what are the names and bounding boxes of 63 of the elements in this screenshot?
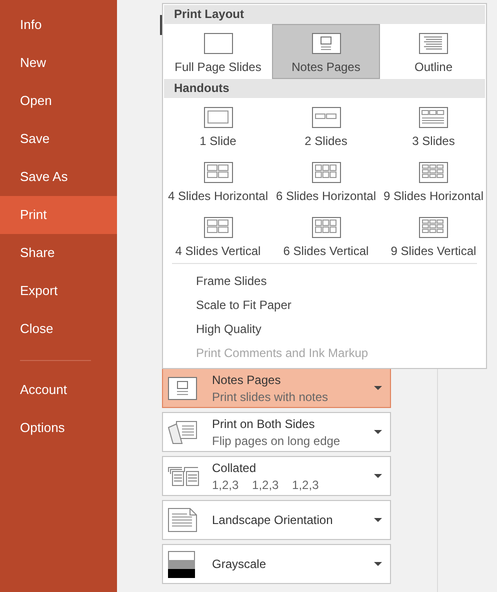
landscape-page-icon (168, 508, 197, 532)
layout-option[interactable]: 9 Slides Horizontal (380, 153, 487, 208)
sidebar-item[interactable]: Options (0, 409, 117, 447)
caret-icon (374, 386, 382, 390)
handout-grid-icon (204, 107, 232, 128)
page-layout-icon (419, 33, 448, 54)
handout-grid-icon (419, 162, 448, 183)
handout-grid-icon (419, 217, 448, 238)
setting-title: Notes Pages (212, 372, 282, 386)
caret-icon (374, 562, 382, 566)
handout-grid-icon (312, 107, 340, 128)
setting-description: Print slides with notes (212, 390, 330, 404)
section-heading: Print Layout (164, 5, 485, 24)
layout-option[interactable]: Full Page Slides (164, 24, 272, 79)
sidebar-item[interactable]: Save (0, 120, 117, 158)
layout-option[interactable]: 9 Slides Vertical (380, 208, 487, 263)
section-heading: Handouts (164, 79, 485, 98)
layout-option[interactable]: Outline (380, 24, 487, 79)
layout-option[interactable]: 4 Slides Vertical (164, 208, 272, 263)
menu-option[interactable]: Frame Slides (196, 269, 477, 293)
layout-option[interactable]: 3 Slides (380, 98, 487, 153)
settings-dropdown[interactable]: Notes Pages Print slides with notes (162, 368, 391, 408)
handout-grid-icon (204, 217, 232, 238)
layout-option[interactable]: 6 Slides Vertical (272, 208, 380, 263)
setting-title: Print on Both Sides (212, 416, 316, 430)
layout-option[interactable]: 2 Slides (272, 98, 380, 153)
handout-grid-icon (204, 162, 232, 183)
sidebar-item[interactable]: Share (0, 234, 117, 272)
layout-option[interactable]: Notes Pages (272, 24, 380, 79)
handout-grid-icon (419, 107, 448, 128)
grayscale-swatch-icon (168, 550, 195, 578)
caret-icon (374, 518, 382, 522)
page-layout-icon (312, 33, 340, 54)
sidebar-item[interactable]: Export (0, 272, 117, 310)
sidebar-item[interactable]: Close (0, 310, 117, 348)
settings-dropdown[interactable]: Collated 1,2,3 1,2,3 1,2,3 (162, 456, 391, 496)
setting-title: Collated (212, 460, 258, 474)
handout-grid-icon (312, 162, 340, 183)
sidebar-item[interactable]: Open (0, 82, 117, 120)
layout-option[interactable]: 6 Slides Horizontal (272, 153, 380, 208)
setting-title: Grayscale (212, 557, 268, 571)
setting-description: Flip pages on long edge (212, 434, 342, 448)
layout-option[interactable]: 4 Slides Horizontal (164, 153, 272, 208)
handout-grid-icon (312, 217, 340, 238)
page-layout-icon (204, 33, 232, 54)
sidebar-item[interactable]: Account (0, 371, 117, 409)
settings-dropdown[interactable]: Grayscale (162, 544, 391, 584)
menu-option[interactable]: Scale to Fit Paper (196, 293, 477, 317)
double-sided-page-icon (168, 420, 197, 444)
setting-description: 1,2,3 1,2,3 1,2,3 (212, 478, 320, 492)
sidebar-item[interactable]: Info (0, 6, 117, 44)
notes-page-icon (168, 376, 197, 400)
caret-icon (374, 474, 382, 478)
caret-icon (374, 430, 382, 434)
menu-option[interactable]: High Quality (196, 317, 477, 341)
setting-title: Landscape Orientation (212, 513, 334, 527)
sidebar-item[interactable]: Save As (0, 158, 117, 196)
layout-option[interactable]: 1 Slide (164, 98, 272, 153)
stacked-pages-icon (168, 466, 199, 486)
sidebar-item[interactable]: New (0, 44, 117, 82)
settings-dropdown[interactable]: Print on Both Sides Flip pages on long edge (162, 412, 391, 452)
settings-dropdown[interactable]: Landscape Orientation (162, 500, 391, 540)
sidebar-item[interactable]: Print (0, 196, 117, 234)
